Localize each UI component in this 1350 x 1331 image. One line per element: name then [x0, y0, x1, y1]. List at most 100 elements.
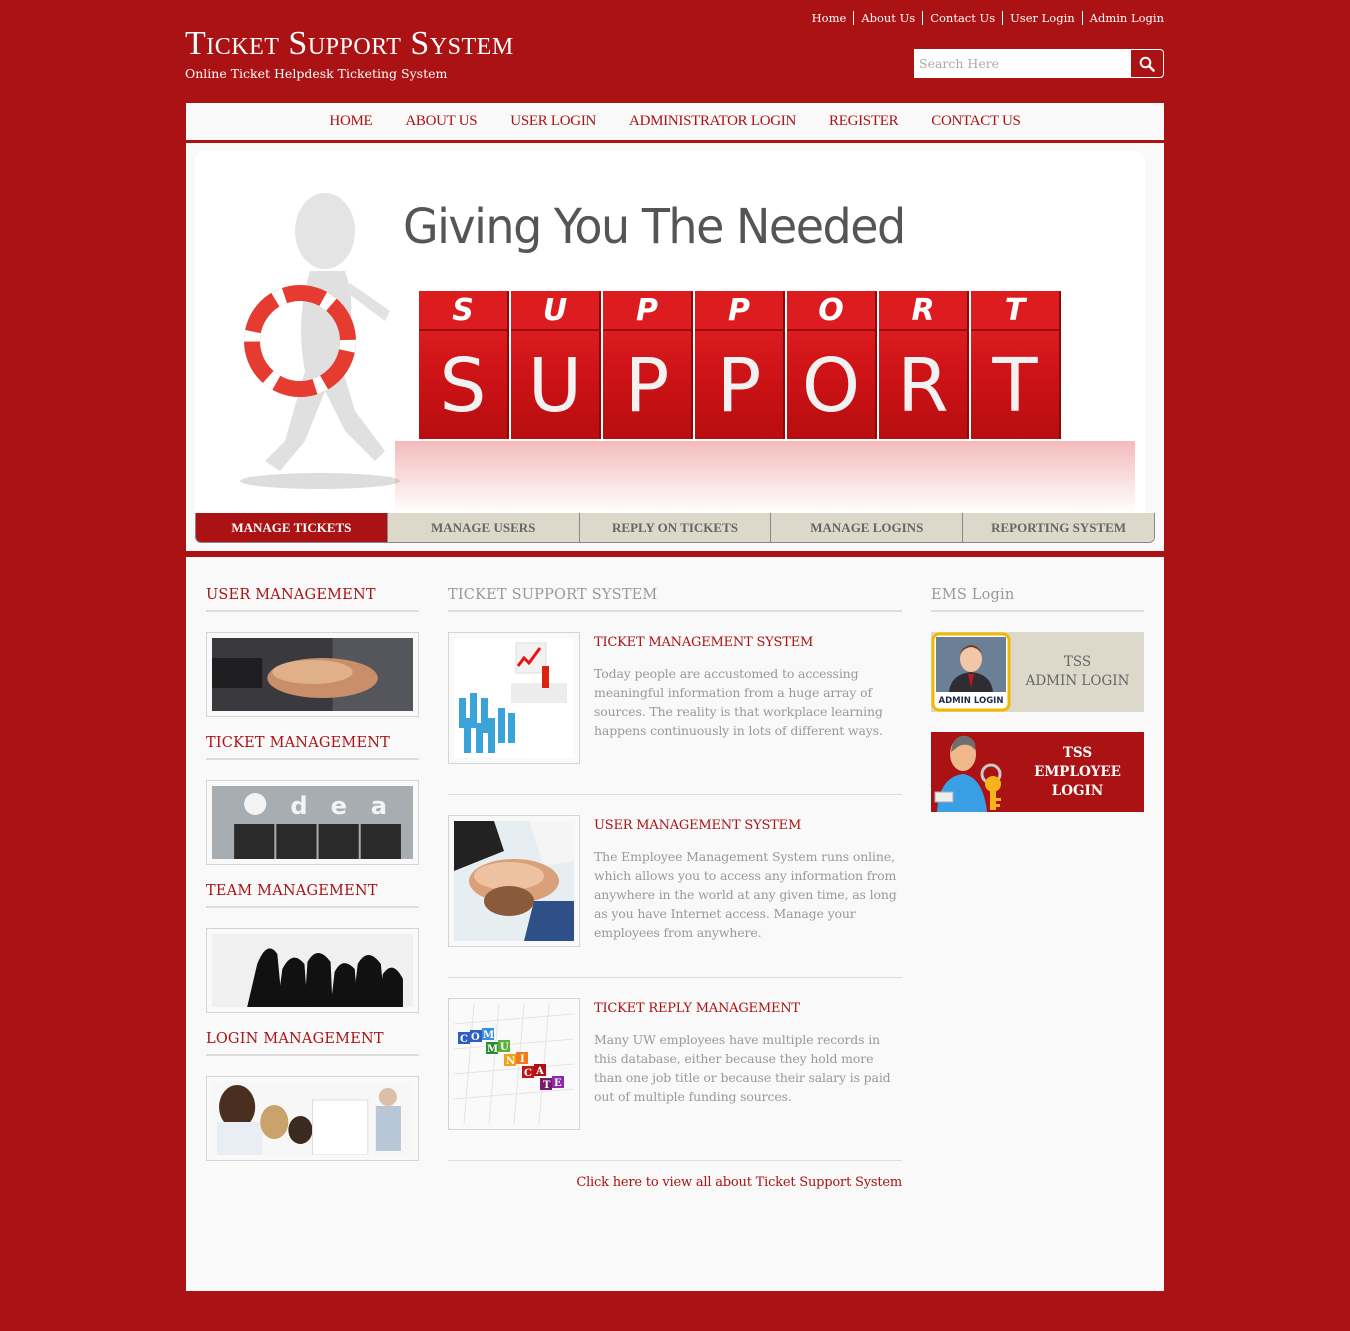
search-input[interactable] — [914, 49, 1130, 78]
article-title[interactable]: TICKET MANAGEMENT SYSTEM — [594, 635, 902, 650]
top-link-home[interactable]: Home — [805, 11, 854, 25]
presentation-meeting-image — [212, 1082, 413, 1156]
svg-text:a: a — [371, 792, 387, 820]
letter-block: PP — [695, 291, 783, 439]
sidebar-section-team-management: TEAM MANAGEMENT — [206, 883, 419, 1013]
tab-reporting-system[interactable]: REPORTING SYSTEM — [962, 513, 1154, 542]
sidebar-section-user-management: USER MANAGEMENT — [206, 587, 419, 717]
section-divider — [186, 551, 1164, 557]
letter-block: PP — [603, 291, 691, 439]
admin-badge-label: ADMIN LOGIN — [939, 696, 1004, 706]
top-link-admin-login[interactable]: Admin Login — [1081, 11, 1164, 25]
search-button[interactable] — [1130, 49, 1164, 78]
main-nav: HOME ABOUT US USER LOGIN ADMINISTRATOR L… — [186, 103, 1164, 143]
letter-block: UU — [511, 291, 599, 439]
article-body: TICKET MANAGEMENT SYSTEM Today people ar… — [594, 632, 902, 764]
article-thumbnail[interactable] — [448, 632, 580, 764]
svg-text:e: e — [331, 792, 347, 820]
article-item: C O M M U N I C A T E TICKET REPLY MANAG… — [448, 978, 902, 1161]
sidebar-image-frame[interactable] — [206, 1076, 419, 1161]
search-icon — [1139, 56, 1155, 72]
article-body: USER MANAGEMENT SYSTEM The Employee Mana… — [594, 815, 902, 947]
employee-login-label: TSS EMPLOYEE LOGIN — [1034, 744, 1121, 799]
svg-text:T: T — [543, 1080, 551, 1091]
article-body: TICKET REPLY MANAGEMENT Many UW employee… — [594, 998, 902, 1130]
nav-contact-us[interactable]: CONTACT US — [915, 113, 1037, 130]
sidebar-section-ticket-management: TICKET MANAGEMENT d e a — [206, 735, 419, 865]
article-title[interactable]: TICKET REPLY MANAGEMENT — [594, 1001, 902, 1016]
sidebar-heading[interactable]: TICKET MANAGEMENT — [206, 735, 419, 760]
left-sidebar: USER MANAGEMENT TICKET MANAGEMENT d e a … — [206, 587, 419, 1179]
svg-text:M: M — [483, 1030, 494, 1041]
running-figure-lifebuoy-icon — [240, 193, 400, 489]
sidebar-image-frame[interactable]: d e a — [206, 780, 419, 865]
sidebar-section-login-management: LOGIN MANAGEMENT — [206, 1031, 419, 1161]
banner-reflection — [395, 441, 1135, 513]
article-text: The Employee Management System runs onli… — [594, 849, 897, 940]
main-frame: HOME ABOUT US USER LOGIN ADMINISTRATOR L… — [186, 103, 1164, 1291]
tab-reply-on-tickets[interactable]: REPLY ON TICKETS — [578, 513, 771, 542]
svg-text:I: I — [520, 1054, 525, 1065]
sidebar-heading[interactable]: LOGIN MANAGEMENT — [206, 1031, 419, 1056]
article-thumbnail[interactable] — [448, 815, 580, 947]
sidebar-heading[interactable]: USER MANAGEMENT — [206, 587, 419, 612]
login-heading: EMS Login — [931, 587, 1144, 612]
svg-text:d: d — [290, 792, 307, 820]
tab-manage-users[interactable]: MANAGE USERS — [386, 513, 579, 542]
svg-text:E: E — [554, 1078, 562, 1089]
sidebar-image-frame[interactable] — [206, 928, 419, 1013]
top-link-about-us[interactable]: About Us — [853, 11, 922, 25]
view-all-link[interactable]: Click here to view all about Ticket Supp… — [448, 1175, 902, 1190]
nav-administrator-login[interactable]: ADMINISTRATOR LOGIN — [613, 113, 813, 130]
search-box — [914, 49, 1164, 78]
admin-avatar-icon: ADMIN LOGIN — [931, 632, 1011, 712]
article-thumbnail[interactable]: C O M M U N I C A T E — [448, 998, 580, 1130]
main-content: TICKET SUPPORT SYSTEM TICKET MANAGEMENT … — [448, 587, 902, 1190]
nav-home[interactable]: HOME — [313, 113, 389, 130]
admin-login-button[interactable]: ADMIN LOGIN TSS ADMIN LOGIN — [931, 632, 1144, 712]
employee-login-button[interactable]: TSS EMPLOYEE LOGIN — [931, 732, 1144, 812]
top-links: Home About Us Contact Us User Login Admi… — [805, 11, 1164, 25]
site-title[interactable]: Ticket Support System — [185, 26, 514, 62]
team-silhouette-image — [212, 934, 413, 1007]
hands-teamwork-image — [454, 821, 574, 941]
tab-manage-logins[interactable]: MANAGE LOGINS — [770, 513, 963, 542]
tab-manage-tickets[interactable]: MANAGE TICKETS — [196, 513, 387, 542]
letter-block: TT — [971, 291, 1059, 439]
top-link-contact-us[interactable]: Contact Us — [922, 11, 1002, 25]
letter-block: SS — [419, 291, 507, 439]
nav-register[interactable]: REGISTER — [813, 113, 915, 130]
article-item: TICKET MANAGEMENT SYSTEM Today people ar… — [448, 612, 902, 795]
article-text: Many UW employees have multiple records … — [594, 1032, 891, 1104]
svg-text:A: A — [535, 1066, 544, 1077]
article-title[interactable]: USER MANAGEMENT SYSTEM — [594, 818, 902, 833]
top-link-user-login[interactable]: User Login — [1002, 11, 1082, 25]
hands-stacked-business-image — [212, 638, 413, 711]
svg-text:M: M — [487, 1044, 498, 1055]
nav-user-login[interactable]: USER LOGIN — [494, 113, 613, 130]
sidebar-image-frame[interactable] — [206, 632, 419, 717]
svg-text:C: C — [524, 1068, 532, 1079]
svg-text:U: U — [500, 1042, 509, 1053]
svg-text:C: C — [460, 1034, 468, 1045]
right-sidebar: EMS Login ADMIN LOGIN TSS ADMIN LOGIN TS… — [931, 587, 1144, 812]
employee-key-icon — [931, 732, 1011, 812]
idea-lightbulb-team-image: d e a — [212, 786, 413, 859]
hero-banner: Giving You The Needed SS UU PP PP OO RR … — [195, 151, 1145, 513]
article-text: Today people are accustomed to accessing… — [594, 666, 883, 738]
letter-block: RR — [879, 291, 967, 439]
nav-about-us[interactable]: ABOUT US — [389, 113, 494, 130]
site-tagline: Online Ticket Helpdesk Ticketing System — [185, 66, 448, 81]
presenter-crowd-image — [454, 638, 574, 758]
communicate-blocks-image: C O M M U N I C A T E — [453, 1003, 575, 1125]
article-item: USER MANAGEMENT SYSTEM The Employee Mana… — [448, 795, 902, 978]
sidebar-heading[interactable]: TEAM MANAGEMENT — [206, 883, 419, 908]
content-heading: TICKET SUPPORT SYSTEM — [448, 587, 902, 612]
letter-block: OO — [787, 291, 875, 439]
svg-text:N: N — [506, 1056, 515, 1067]
support-blocks: SS UU PP PP OO RR TT — [419, 291, 1059, 439]
svg-text:O: O — [471, 1032, 480, 1043]
feature-tabs: MANAGE TICKETS MANAGE USERS REPLY ON TIC… — [195, 513, 1155, 543]
banner-tagline: Giving You The Needed — [403, 197, 906, 255]
admin-login-label: TSS ADMIN LOGIN — [1025, 654, 1130, 689]
